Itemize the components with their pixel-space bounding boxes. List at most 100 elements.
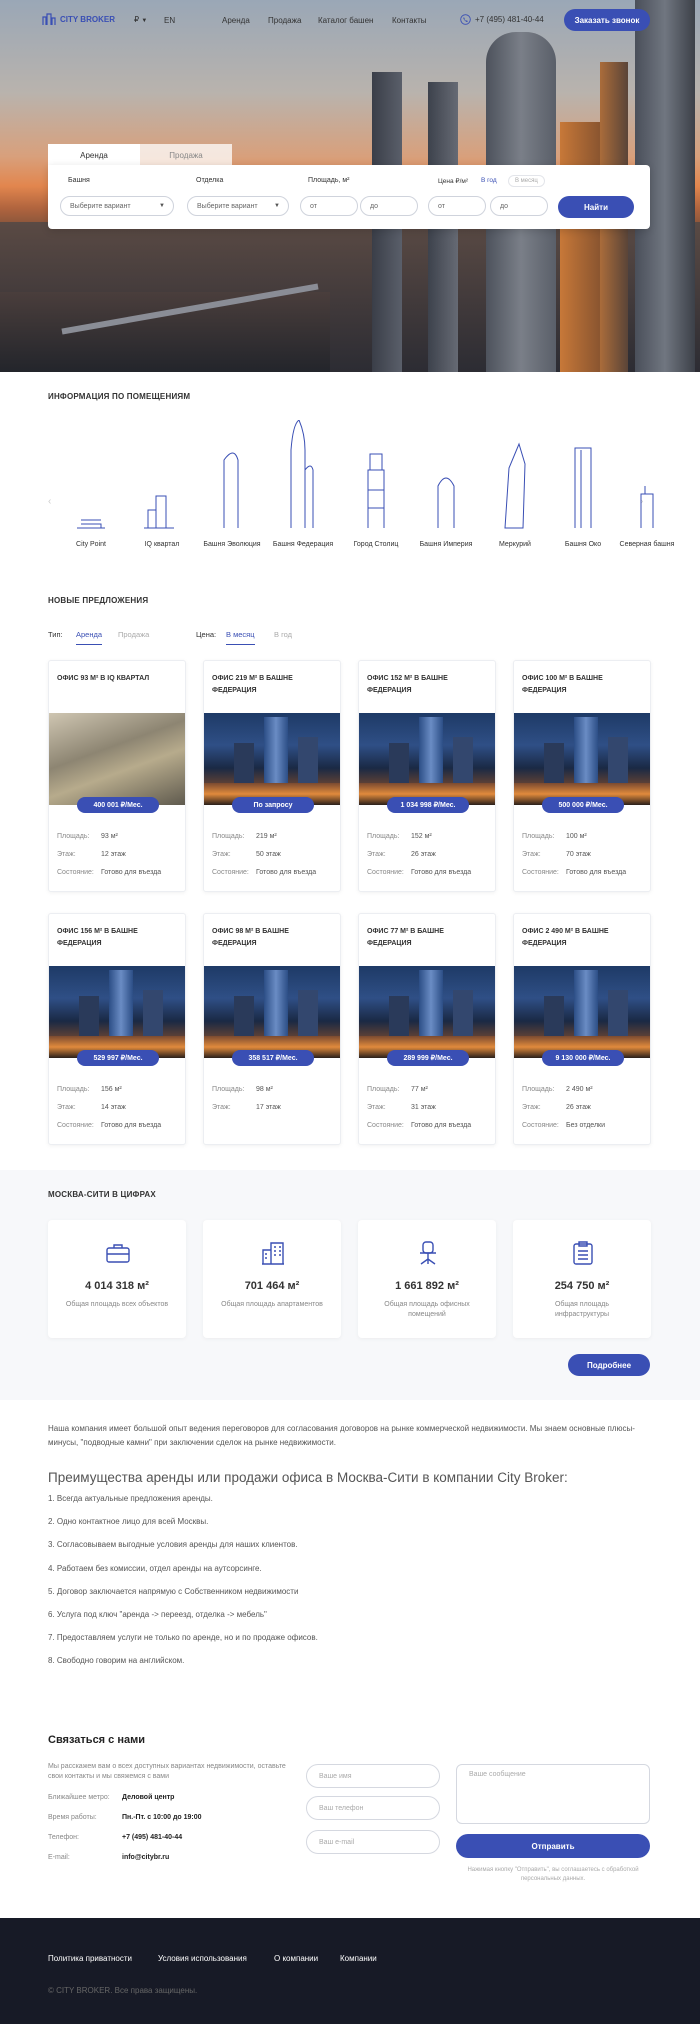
- offer-photo[interactable]: [359, 713, 495, 805]
- tower-label: Башня: [68, 177, 90, 184]
- offer-price-badge: 9 130 000 ₽/Мес.: [542, 1050, 624, 1066]
- consent-note: Нажимая кнопку "Отправить", вы соглашает…: [467, 1867, 639, 1882]
- location-dropdown[interactable]: ₽ ▼: [134, 15, 147, 24]
- offer-card[interactable]: ОФИС 93 М² В IQ КВАРТАЛ 400 001 ₽/Мес. Пло…: [48, 660, 186, 892]
- offer-title: ОФИС 77 М² В БАШНЕ ФЕДЕРАЦИЯ: [367, 928, 444, 947]
- stat-value: 1 661 892 м²: [395, 1280, 459, 1292]
- tower-name: Башня Империя: [419, 541, 473, 548]
- offer-card[interactable]: ОФИС 219 М² В БАШНЕ ФЕДЕРАЦИЯ По запросу П…: [203, 660, 341, 892]
- advantage-item: 8. Свободно говорим на английском.: [48, 1656, 185, 1666]
- offer-title: ОФИС 98 М² В БАШНЕ ФЕДЕРАЦИЯ: [212, 928, 289, 947]
- price-period-year[interactable]: В год: [481, 177, 497, 184]
- tab-rent[interactable]: Аренда: [48, 144, 140, 166]
- offer-photo[interactable]: [359, 966, 495, 1058]
- advantage-item: 5. Договор заключается напрямую с Собств…: [48, 1586, 299, 1596]
- tab-sale[interactable]: Продажа: [140, 144, 232, 166]
- footer-privacy-link[interactable]: Политика приватности: [48, 1954, 132, 1963]
- stat-description: Общая площадь апартаментов: [221, 1301, 323, 1308]
- finish-select[interactable]: Выберите вариант ▼: [187, 196, 289, 216]
- offer-photo[interactable]: [514, 713, 650, 805]
- name-input[interactable]: Ваше имя: [306, 1764, 440, 1788]
- offer-card[interactable]: ОФИС 2 490 М² В БАШНЕ ФЕДЕРАЦИЯ 9 130 000…: [513, 913, 651, 1145]
- contact-title: Связаться с нами: [48, 1734, 145, 1746]
- price-period-month[interactable]: В месяц: [508, 175, 545, 187]
- stat-card: 254 750 м² Общая площадь инфраструктуры: [513, 1220, 651, 1338]
- tower-item[interactable]: Башня Федерация: [268, 420, 338, 548]
- nav-rent[interactable]: Аренда: [222, 16, 250, 25]
- price-to-input[interactable]: до: [490, 196, 548, 216]
- tower-item[interactable]: Город Столиц: [341, 420, 411, 548]
- area-from-input[interactable]: от: [300, 196, 358, 216]
- offer-state-label: Состояние:: [522, 869, 559, 876]
- search-button[interactable]: Найти: [558, 196, 634, 218]
- tower-icon: [437, 477, 455, 528]
- message-textarea[interactable]: Ваше сообщение: [456, 1764, 650, 1824]
- offer-title: ОФИС 152 М² В БАШНЕ ФЕДЕРАЦИЯ: [367, 675, 448, 694]
- tower-name: IQ квартал: [144, 541, 180, 548]
- nav-towers-catalog[interactable]: Каталог башен: [318, 16, 373, 25]
- offer-area-label: Площадь:: [57, 833, 90, 840]
- type-tab-rent[interactable]: Аренда: [76, 630, 103, 645]
- footer-about-link[interactable]: О компании: [274, 1954, 318, 1963]
- tower-item[interactable]: City Point: [56, 420, 126, 548]
- offer-card[interactable]: ОФИС 77 М² В БАШНЕ ФЕДЕРАЦИЯ 289 999 ₽/Ме…: [358, 913, 496, 1145]
- tower-item[interactable]: Башня Империя: [411, 420, 481, 548]
- price-tab-year[interactable]: В год: [274, 630, 292, 639]
- search-panel: Башня Отделка Площадь, м² Цена ₽/м² В го…: [48, 165, 650, 229]
- copyright: © CITY BROKER. Все права защищены.: [48, 1986, 198, 1995]
- stat-description: Общая площадь всех объектов: [65, 1301, 169, 1308]
- offer-floor-value: 70 этаж: [566, 851, 591, 858]
- offer-card[interactable]: ОФИС 98 М² В БАШНЕ ФЕДЕРАЦИЯ 358 517 ₽/Ме…: [203, 913, 341, 1145]
- offer-photo[interactable]: [49, 713, 185, 805]
- tower-item[interactable]: IQ квартал: [127, 420, 197, 548]
- tower-item[interactable]: Башня Эволюция: [197, 420, 267, 548]
- tower-item[interactable]: Башня Око: [548, 420, 618, 548]
- offer-photo[interactable]: [204, 966, 340, 1058]
- tower-select[interactable]: Выберите вариант ▼: [60, 196, 174, 216]
- advantage-item: 6. Услуга под ключ "аренда -> переезд, о…: [48, 1610, 267, 1619]
- language-switch[interactable]: EN: [164, 16, 175, 25]
- towers-prev-arrow-icon[interactable]: ‹: [48, 496, 51, 507]
- footer-companies-link[interactable]: Компании: [340, 1954, 377, 1963]
- offer-area-value: 152 м²: [411, 833, 432, 840]
- area-to-input[interactable]: до: [360, 196, 418, 216]
- stat-description: Общая площадь инфраструктуры: [554, 1301, 610, 1318]
- offer-floor-label: Этаж:: [212, 851, 231, 858]
- tower-icon: [290, 420, 314, 528]
- price-from-input[interactable]: от: [428, 196, 486, 216]
- tower-item[interactable]: Меркурий: [480, 420, 550, 548]
- more-button[interactable]: Подробнее: [568, 1354, 650, 1376]
- offer-photo[interactable]: [204, 713, 340, 805]
- phone-input[interactable]: Ваш телефон: [306, 1796, 440, 1820]
- offer-state-value: Готово для въезда: [101, 869, 162, 876]
- tower-icon: [574, 447, 592, 528]
- advantage-item: 7. Предоставляем услуги не только по аре…: [48, 1633, 318, 1643]
- stat-value: 701 464 м²: [244, 1280, 300, 1292]
- stat-value: 254 750 м²: [554, 1280, 610, 1292]
- nav-sale[interactable]: Продажа: [268, 16, 301, 25]
- contact-detail-value[interactable]: +7 (495) 481-40-44: [122, 1834, 182, 1841]
- type-tab-sale[interactable]: Продажа: [118, 630, 149, 639]
- offer-photo[interactable]: [514, 966, 650, 1058]
- finish-select-value: Выберите вариант: [197, 202, 258, 210]
- nav-contacts[interactable]: Контакты: [392, 16, 427, 25]
- logo[interactable]: CITY BROKER: [42, 13, 115, 25]
- tower-item[interactable]: Северная башня: [612, 420, 682, 548]
- contact-detail-label: Телефон:: [48, 1834, 79, 1841]
- offer-card[interactable]: ОФИС 152 М² В БАШНЕ ФЕДЕРАЦИЯ 1 034 998 ₽…: [358, 660, 496, 892]
- header-phone[interactable]: +7 (495) 481-40-44: [460, 14, 544, 25]
- stat-card: 4 014 318 м² Общая площадь всех объектов: [48, 1220, 186, 1338]
- offer-photo[interactable]: [49, 966, 185, 1058]
- contact-detail-value[interactable]: info@citybr.ru: [122, 1854, 169, 1861]
- price-tab-month[interactable]: В месяц: [226, 630, 255, 645]
- offer-card[interactable]: ОФИС 156 М² В БАШНЕ ФЕДЕРАЦИЯ 529 997 ₽/М…: [48, 913, 186, 1145]
- offer-area-value: 219 м²: [256, 833, 277, 840]
- send-button[interactable]: Отправить: [456, 1834, 650, 1858]
- offer-card[interactable]: ОФИС 100 М² В БАШНЕ ФЕДЕРАЦИЯ 500 000 ₽/М…: [513, 660, 651, 892]
- logo-text: CITY BROKER: [60, 14, 115, 24]
- offer-area-label: Площадь:: [522, 833, 555, 840]
- order-call-button[interactable]: Заказать звонок: [564, 9, 650, 31]
- email-input[interactable]: Ваш e-mail: [306, 1830, 440, 1854]
- footer-terms-link[interactable]: Условия использования: [158, 1954, 247, 1963]
- pin-icon: ₽: [134, 15, 140, 24]
